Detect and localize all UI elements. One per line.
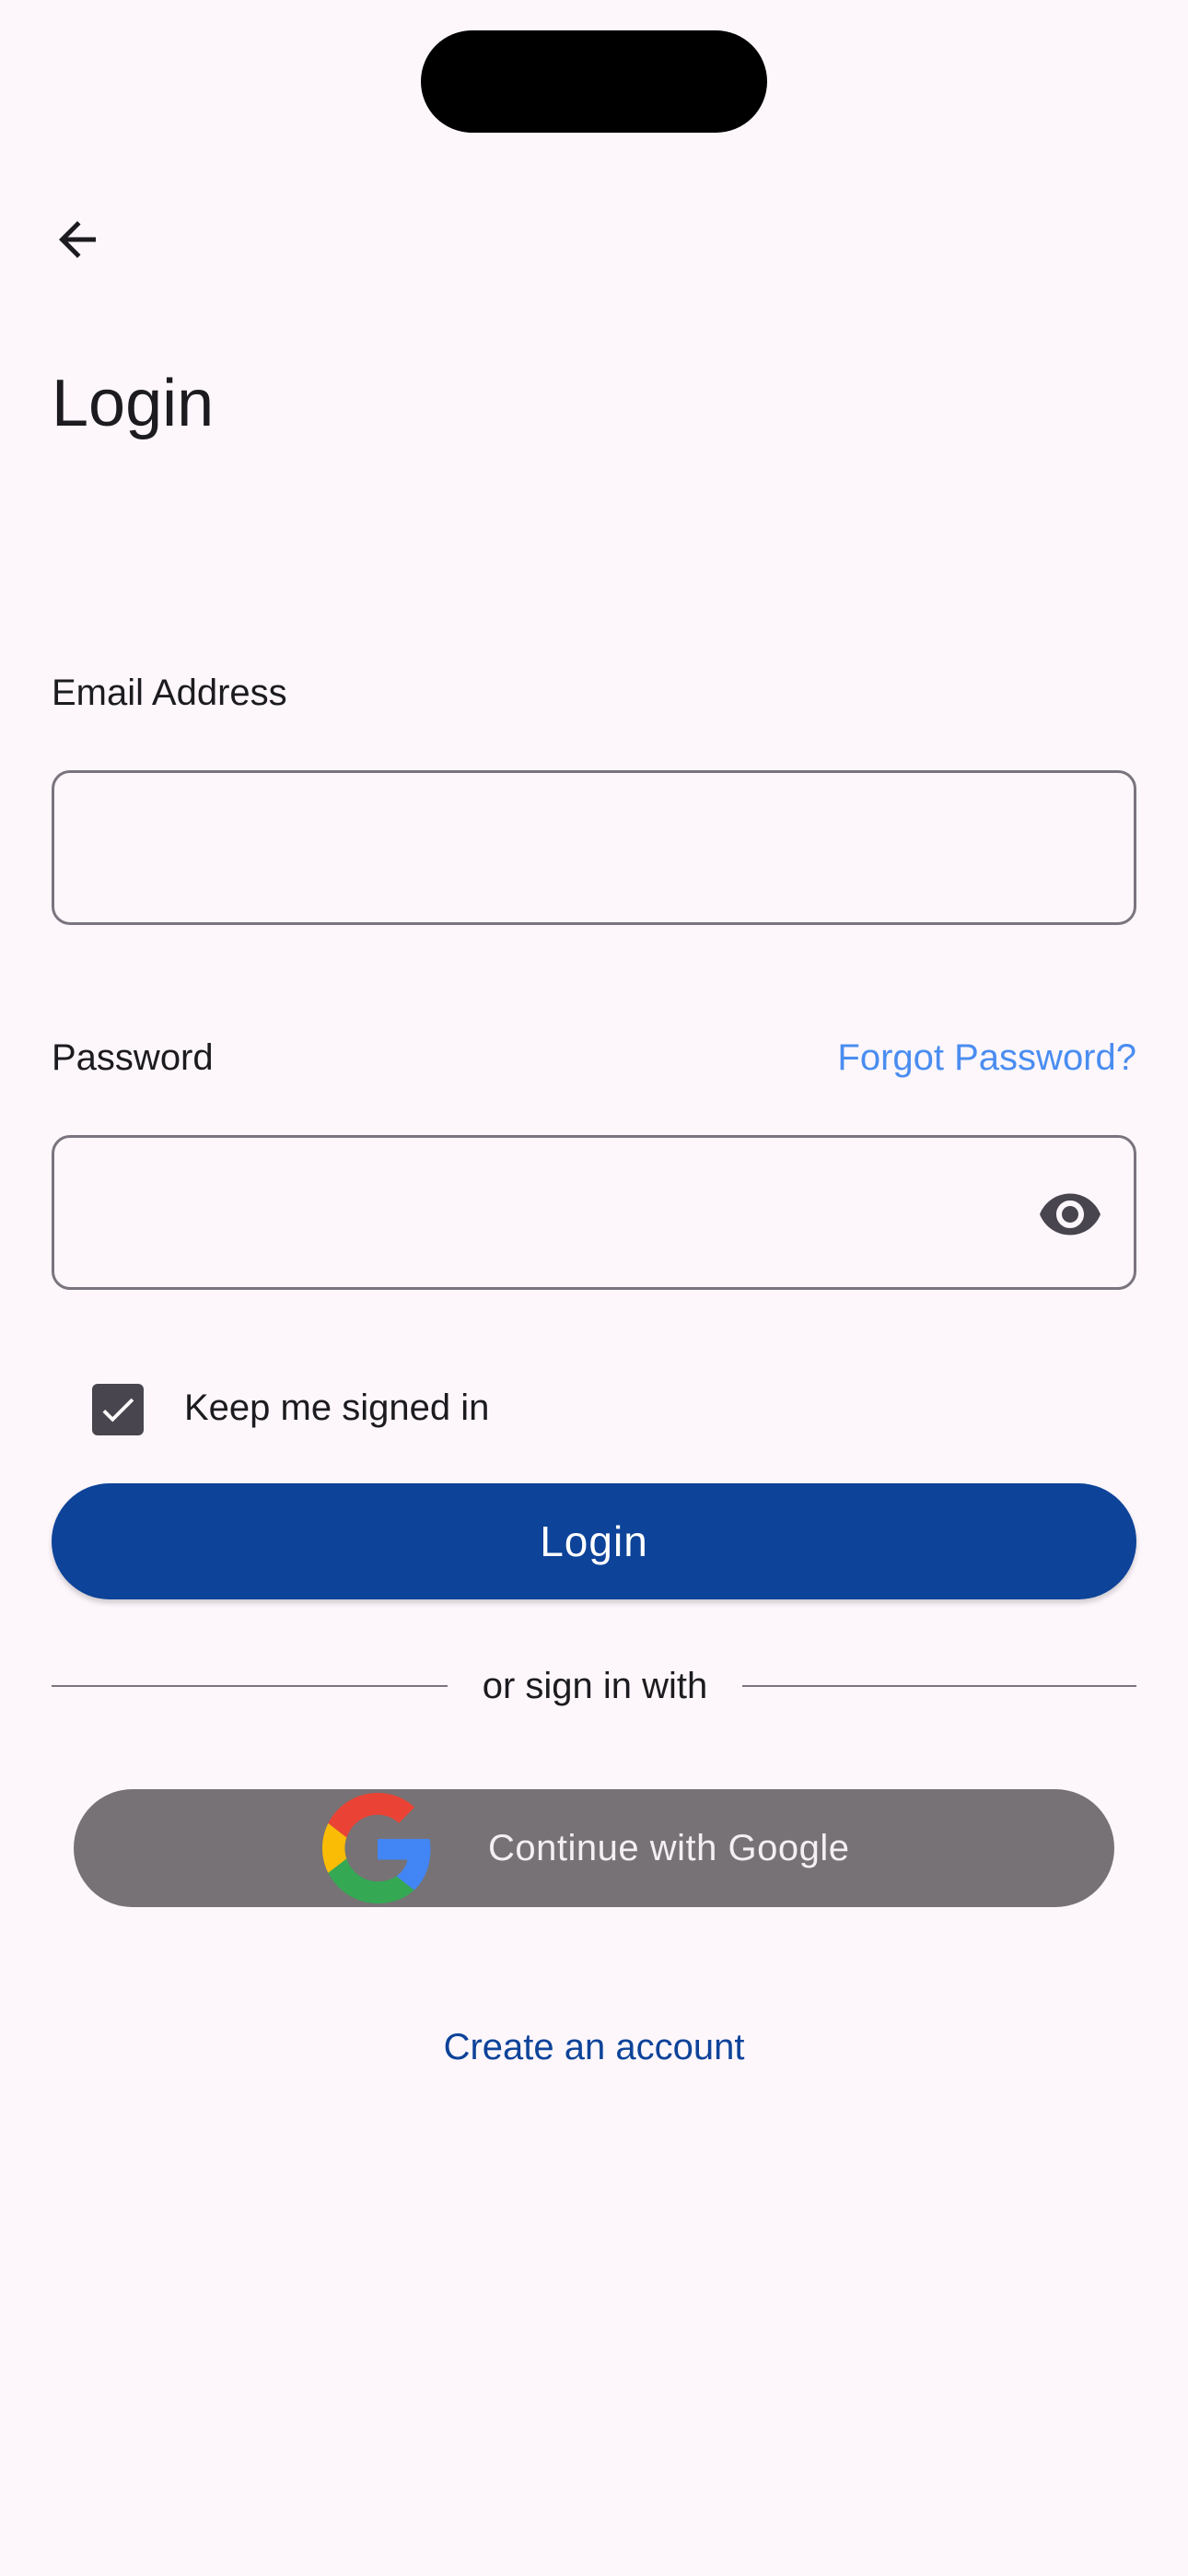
google-logo-icon	[322, 1793, 431, 1903]
forgot-password-link[interactable]: Forgot Password?	[837, 1039, 1136, 1076]
password-label: Password	[52, 1037, 214, 1078]
email-field[interactable]	[52, 770, 1136, 925]
login-button[interactable]: Login	[52, 1483, 1136, 1599]
page-title: Login	[52, 367, 215, 440]
eye-icon[interactable]	[1037, 1181, 1103, 1247]
divider-line-left	[52, 1685, 448, 1687]
email-label: Email Address	[52, 673, 287, 713]
login-screen: Login Email Address Password Forgot Pass…	[0, 0, 1188, 2576]
keep-signed-in-label[interactable]: Keep me signed in	[184, 1389, 489, 1426]
google-button-label: Continue with Google	[488, 1827, 850, 1868]
continue-with-google-button[interactable]: Continue with Google	[74, 1789, 1114, 1907]
divider-text: or sign in with	[482, 1666, 708, 1706]
create-account-link[interactable]: Create an account	[0, 2027, 1188, 2068]
divider-line-right	[742, 1685, 1136, 1687]
back-button[interactable]	[41, 203, 114, 276]
camera-notch	[421, 30, 767, 133]
keep-signed-in-checkbox[interactable]	[92, 1384, 144, 1435]
arrow-back-icon	[59, 221, 96, 258]
checkmark-icon	[102, 1398, 134, 1423]
password-field[interactable]	[52, 1135, 1136, 1290]
